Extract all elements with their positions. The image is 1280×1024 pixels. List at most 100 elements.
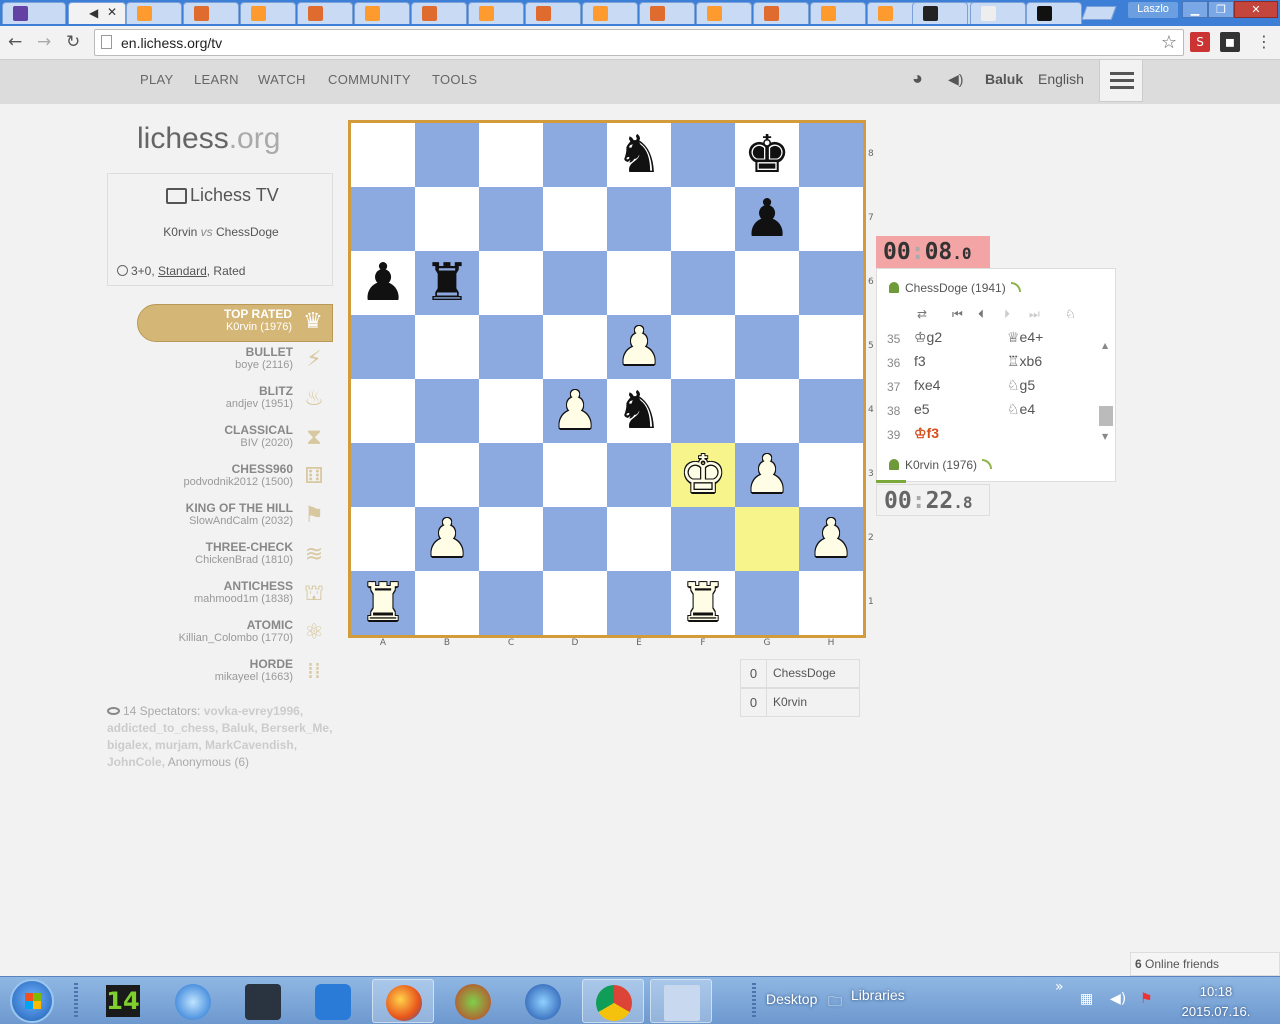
square-d1[interactable] — [543, 571, 607, 635]
square-d8[interactable] — [543, 123, 607, 187]
square-h5[interactable] — [799, 315, 863, 379]
system-clock[interactable]: 10:18 2015.07.16. — [1176, 982, 1256, 1022]
square-f6[interactable] — [671, 251, 735, 315]
app-frog-button[interactable] — [442, 979, 504, 1023]
square-a2[interactable] — [351, 507, 415, 571]
black-player-link[interactable]: ChessDoge — [216, 225, 279, 239]
app-seamonkey-button[interactable] — [512, 979, 574, 1023]
libraries-toolbar-label[interactable]: Libraries — [851, 987, 905, 1003]
next-move-icon[interactable]: ⏵ — [1004, 307, 1010, 322]
tab-lichess-tv[interactable]: ◀ ✕ — [68, 2, 126, 24]
score-player[interactable]: ChessDoge — [773, 666, 836, 680]
white-pawn-g3[interactable]: ♟ — [735, 443, 799, 507]
black-move[interactable]: ♘g5 — [1007, 377, 1035, 394]
score-player[interactable]: K0rvin — [773, 695, 807, 709]
address-bar[interactable]: en.lichess.org/tv ☆ — [94, 29, 1184, 56]
white-move[interactable]: ♔g2 — [914, 329, 942, 346]
square-a5[interactable] — [351, 315, 415, 379]
square-a3[interactable] — [351, 443, 415, 507]
browser-tab[interactable] — [753, 2, 809, 24]
white-pawn-d4[interactable]: ♟ — [543, 379, 607, 443]
browser-tab[interactable] — [126, 2, 182, 24]
browser-tab[interactable] — [639, 2, 695, 24]
browser-tab[interactable] — [468, 2, 524, 24]
prev-move-icon[interactable]: ⏴ — [978, 307, 984, 322]
close-tab-icon[interactable]: ✕ — [107, 5, 117, 19]
square-b1[interactable] — [415, 571, 479, 635]
back-icon[interactable]: ← — [8, 32, 22, 52]
lichess-logo[interactable]: lichess.org — [137, 122, 280, 156]
username-link[interactable]: Baluk — [985, 71, 1023, 87]
move-list-scrollbar[interactable] — [1099, 406, 1113, 426]
white-rook-f1[interactable]: ♜ — [671, 571, 735, 635]
extension-s-icon[interactable]: S — [1190, 32, 1210, 52]
black-king-g8[interactable]: ♚ — [735, 123, 799, 187]
tv-channel-horde[interactable]: HORDE mikayeel (1663) ⁞⁞ — [137, 655, 333, 693]
reload-icon[interactable]: ↻ — [66, 32, 80, 52]
square-g1[interactable] — [735, 571, 799, 635]
tv-channel-three-check[interactable]: THREE-CHECK ChickenBrad (1810) ≋ — [137, 538, 333, 576]
variant-link[interactable]: Standard — [158, 264, 207, 278]
square-h1[interactable] — [799, 571, 863, 635]
square-h7[interactable] — [799, 187, 863, 251]
nav-play[interactable]: PLAY — [140, 72, 173, 87]
bookmark-star-icon[interactable]: ☆ — [1161, 32, 1177, 53]
tab-twitch[interactable] — [2, 2, 66, 24]
white-king-f3[interactable]: ♚ — [671, 443, 735, 507]
black-move[interactable]: ♕e4+ — [1007, 329, 1043, 346]
square-b7[interactable] — [415, 187, 479, 251]
app-14-button[interactable]: 14 — [92, 979, 154, 1023]
tv-channel-chess960[interactable]: CHESS960 podvodnik2012 (1500) ⚅ — [137, 460, 333, 498]
black-pawn-g7[interactable]: ♟ — [735, 187, 799, 251]
tv-channel-classical[interactable]: CLASSICAL BIV (2020) ⧗ — [137, 421, 333, 459]
square-d3[interactable] — [543, 443, 607, 507]
square-a4[interactable] — [351, 379, 415, 443]
action-center-icon[interactable]: ⚑ — [1140, 991, 1153, 1007]
app-chess-knight-button[interactable] — [232, 979, 294, 1023]
square-e1[interactable] — [607, 571, 671, 635]
square-f2[interactable] — [671, 507, 735, 571]
bottom-player-name[interactable]: K0rvin (1976) — [905, 458, 977, 472]
app-firefox-button[interactable] — [372, 979, 434, 1023]
tv-channel-atomic[interactable]: ATOMIC Killian_Colombo (1770) ⚛ — [137, 616, 333, 654]
minimize-button[interactable]: ▁ — [1182, 1, 1208, 18]
forward-icon[interactable]: → — [37, 32, 51, 52]
scroll-up-icon[interactable]: ▲ — [1102, 341, 1108, 350]
tv-channel-king-of-the-hill[interactable]: KING OF THE HILL SlowAndCalm (2032) ⚑ — [137, 499, 333, 537]
online-friends-button[interactable]: 6 Online friends — [1130, 952, 1280, 976]
square-f7[interactable] — [671, 187, 735, 251]
browser-tab[interactable] — [970, 2, 1026, 24]
nav-community[interactable]: COMMUNITY — [328, 72, 411, 87]
square-f8[interactable] — [671, 123, 735, 187]
square-c2[interactable] — [479, 507, 543, 571]
white-move[interactable]: f3 — [914, 353, 926, 369]
nav-watch[interactable]: WATCH — [258, 72, 306, 87]
browser-tab[interactable] — [411, 2, 467, 24]
show-hidden-icons-icon[interactable]: » — [1055, 979, 1064, 995]
square-d2[interactable] — [543, 507, 607, 571]
black-rook-b6[interactable]: ♜ — [415, 251, 479, 315]
tv-channel-blitz[interactable]: BLITZ andjev (1951) ♨ — [137, 382, 333, 420]
square-g2[interactable] — [735, 507, 799, 571]
black-move[interactable]: ♖xb6 — [1007, 353, 1042, 370]
white-rook-a1[interactable]: ♜ — [351, 571, 415, 635]
url-text[interactable]: en.lichess.org/tv — [121, 35, 222, 51]
square-g4[interactable] — [735, 379, 799, 443]
desktop-toolbar-label[interactable]: Desktop — [766, 991, 817, 1007]
browser-tab[interactable] — [582, 2, 638, 24]
square-a8[interactable] — [351, 123, 415, 187]
square-c4[interactable] — [479, 379, 543, 443]
chrome-menu-icon[interactable]: ⋮ — [1256, 32, 1272, 51]
black-knight-e4[interactable]: ♞ — [607, 379, 671, 443]
square-c1[interactable] — [479, 571, 543, 635]
white-pawn-h2[interactable]: ♟ — [799, 507, 863, 571]
browser-tab[interactable] — [183, 2, 239, 24]
square-h8[interactable] — [799, 123, 863, 187]
browser-tab[interactable] — [912, 2, 968, 24]
square-c8[interactable] — [479, 123, 543, 187]
square-g5[interactable] — [735, 315, 799, 379]
hamburger-menu-button[interactable] — [1099, 60, 1143, 102]
network-icon[interactable]: ▦ — [1080, 991, 1093, 1007]
first-move-icon[interactable]: ⏮ — [952, 307, 963, 322]
square-h3[interactable] — [799, 443, 863, 507]
